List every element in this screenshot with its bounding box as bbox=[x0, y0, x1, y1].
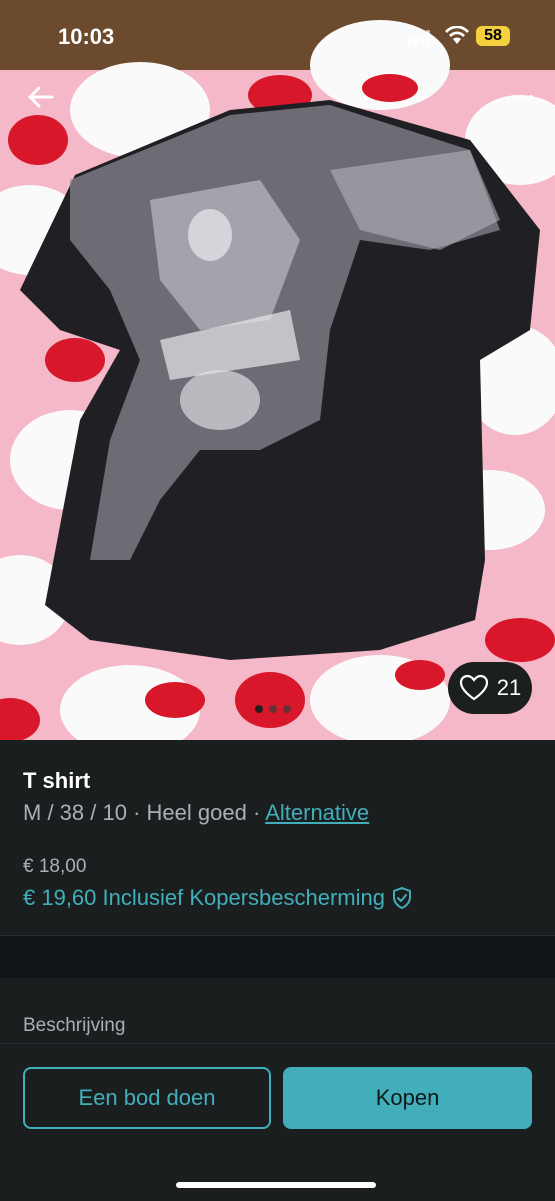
arrow-left-icon[interactable] bbox=[26, 82, 56, 112]
carousel-dot bbox=[269, 705, 277, 713]
carousel-dot bbox=[283, 705, 291, 713]
status-time: 10:03 bbox=[58, 24, 115, 49]
listing-meta: M / 38 / 10 · Heel goed · Alternative bbox=[23, 800, 369, 826]
meta-separator: · bbox=[252, 800, 261, 825]
photo-image bbox=[0, 0, 555, 740]
section-divider bbox=[0, 935, 555, 978]
status-bar: 10:03 58 bbox=[0, 0, 555, 75]
wifi-icon bbox=[445, 26, 469, 44]
listing-title: T shirt bbox=[23, 768, 91, 793]
price-total-text: € 19,60 Inclusief Kopersbescherming bbox=[23, 885, 385, 910]
home-indicator[interactable] bbox=[176, 1182, 376, 1188]
listing-condition: Heel goed bbox=[146, 800, 247, 825]
more-dots-icon[interactable] bbox=[513, 95, 533, 99]
battery-indicator: 58 bbox=[476, 26, 510, 46]
buy-button[interactable]: Kopen bbox=[283, 1067, 532, 1129]
listing-size: M / 38 / 10 bbox=[23, 800, 127, 825]
cellular-signal-icon bbox=[408, 30, 430, 45]
listing-price: € 18,00 bbox=[23, 856, 87, 877]
brand-link[interactable]: Alternative bbox=[265, 800, 369, 825]
favorite-button[interactable]: 21 bbox=[448, 662, 532, 714]
carousel-indicator bbox=[255, 705, 291, 713]
meta-separator: · bbox=[133, 800, 141, 825]
make-offer-button[interactable]: Een bod doen bbox=[23, 1067, 271, 1129]
shield-check-icon bbox=[393, 886, 411, 910]
action-bar: Een bod doen Kopen bbox=[0, 1043, 555, 1201]
heart-icon bbox=[459, 674, 488, 701]
listing-photo[interactable]: 10:03 58 21 bbox=[0, 0, 555, 740]
price-with-protection[interactable]: € 19,60 Inclusief Kopersbescherming bbox=[23, 885, 413, 911]
description-label: Beschrijving bbox=[23, 1015, 126, 1036]
favorite-count: 21 bbox=[496, 675, 522, 700]
carousel-dot bbox=[255, 705, 263, 713]
